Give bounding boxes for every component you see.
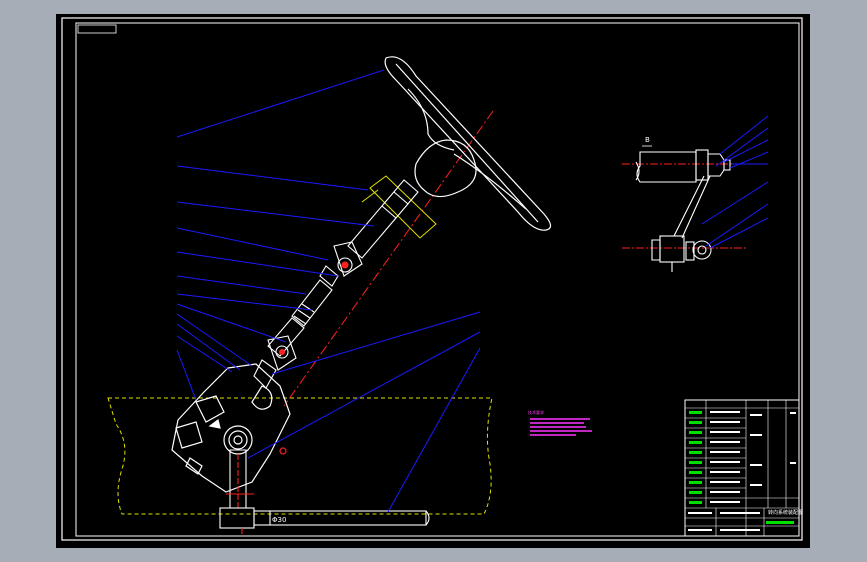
detail-callout: B xyxy=(645,136,650,144)
title-block: 转向系统装配图 xyxy=(684,399,803,537)
steering-wheel xyxy=(384,56,552,231)
drag-link xyxy=(219,507,430,534)
steering-column xyxy=(347,179,419,259)
technical-notes: 技术要求 xyxy=(528,409,592,436)
drawing-svg: Φ30 技术要求 B 转向系统装配图 xyxy=(61,17,803,541)
detail-view: B xyxy=(622,115,769,272)
floor-outline xyxy=(107,397,493,515)
frame-corner-box xyxy=(77,24,117,34)
intermediate-shaft xyxy=(267,279,333,357)
lower-universal-joint xyxy=(253,335,297,389)
upper-universal-joint xyxy=(319,241,363,287)
dimension-label: Φ30 xyxy=(272,516,286,524)
leader-lines-right xyxy=(247,311,481,513)
drawing-canvas[interactable]: Φ30 技术要求 B 转向系统装配图 xyxy=(56,14,810,548)
cad-viewport[interactable]: Φ30 技术要求 B 转向系统装配图 xyxy=(0,0,867,562)
steering-axis-centerline xyxy=(283,110,494,407)
svg-text:技术要求: 技术要求 xyxy=(528,409,544,415)
drawing-title: 转向系统装配图 xyxy=(768,509,803,516)
pitman-arm xyxy=(226,449,254,510)
